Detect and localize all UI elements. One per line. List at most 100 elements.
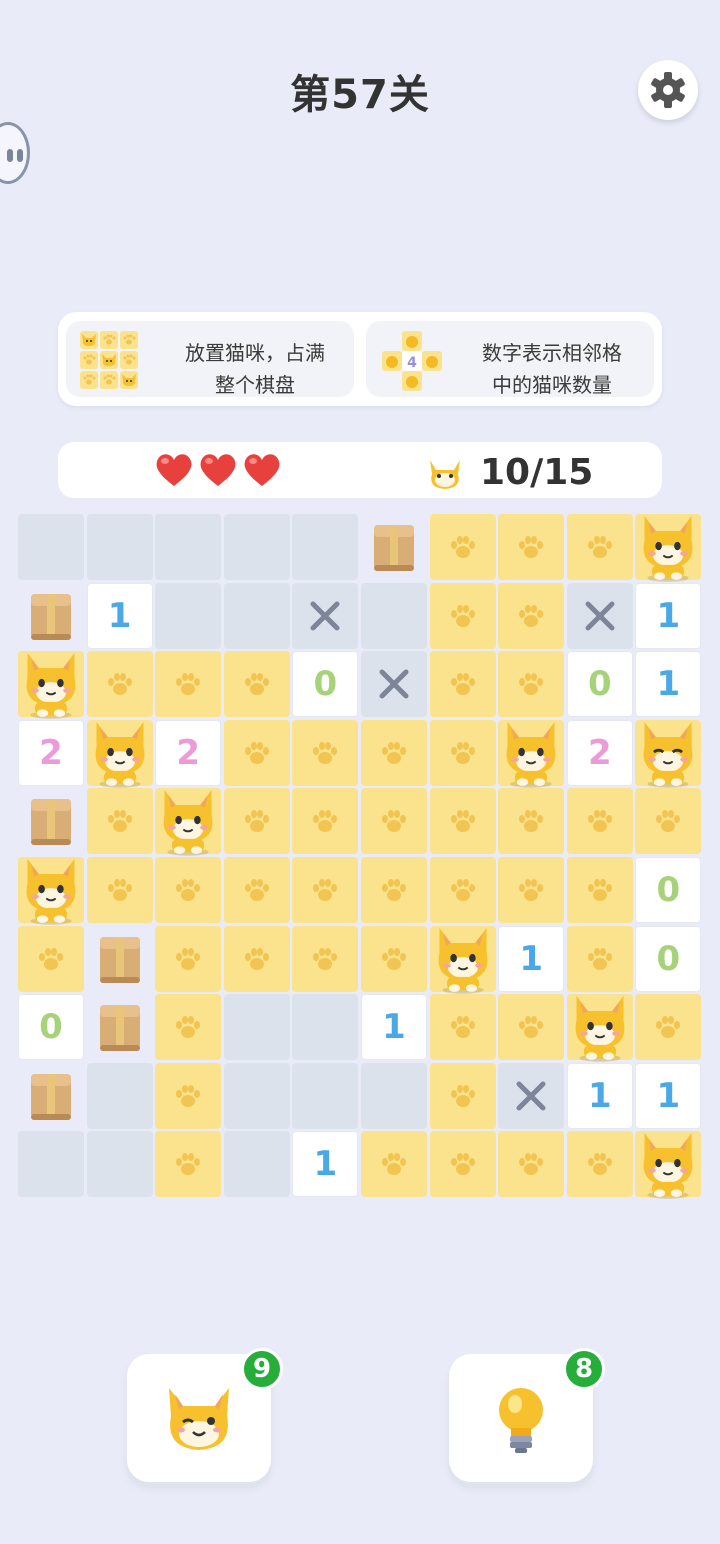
board-cell-paw[interactable] [566, 1131, 633, 1198]
board-cell-box [18, 788, 84, 854]
board-cell-paw[interactable] [635, 994, 702, 1061]
board-cell-paw[interactable] [498, 582, 565, 649]
board-cell-cat[interactable] [498, 719, 565, 788]
rule-number-illustration: 4 [382, 331, 442, 391]
board-cell-cat[interactable] [635, 1131, 702, 1200]
board-cell-empty[interactable] [223, 1131, 290, 1198]
board-cell-number: 0 [18, 994, 84, 1061]
cell-number-label: 2 [39, 732, 63, 773]
board-cell-cat[interactable] [86, 719, 153, 788]
board-cell-empty[interactable] [292, 994, 359, 1061]
board-cell-paw[interactable] [361, 719, 427, 786]
rule-fill-line2: 整个棋盘 [215, 373, 295, 397]
board-cell-paw[interactable] [361, 1131, 427, 1198]
board-cell-marked-x[interactable] [498, 1062, 565, 1129]
board-cell-paw[interactable] [566, 857, 633, 923]
board-cell-empty[interactable] [361, 582, 427, 649]
settings-button[interactable] [638, 60, 698, 120]
board-cell-number: 2 [18, 719, 84, 786]
board-cell-empty[interactable] [223, 994, 290, 1061]
board-cell-paw[interactable] [86, 857, 153, 923]
board-cell-paw[interactable] [155, 857, 222, 923]
board-cell-cat[interactable] [566, 994, 633, 1062]
mini-paw-cell [100, 331, 118, 349]
board-cell-empty[interactable] [18, 514, 84, 580]
lightbulb-icon [499, 1388, 543, 1453]
board-cell-marked-x[interactable] [361, 651, 427, 718]
board-cell-cat[interactable] [155, 788, 222, 857]
cell-number-label: 0 [656, 870, 681, 910]
board-cell-paw[interactable] [429, 514, 496, 580]
mini-paw-cell [120, 351, 138, 369]
board-cell-paw[interactable] [429, 788, 496, 855]
board-cell-paw[interactable] [155, 1131, 222, 1198]
board-cell-number: 1 [498, 925, 565, 992]
board-cell-paw[interactable] [223, 857, 290, 923]
board-cell-paw[interactable] [498, 651, 565, 718]
board-cell-paw[interactable] [86, 788, 153, 855]
board-cell-paw[interactable] [498, 1131, 565, 1198]
board-cell-empty[interactable] [361, 1062, 427, 1129]
board-cell-paw[interactable] [361, 857, 427, 923]
board-cell-paw[interactable] [566, 514, 633, 580]
board-cell-empty[interactable] [292, 514, 359, 580]
board-cell-paw[interactable] [498, 857, 565, 923]
mini-paw-cell [80, 371, 98, 389]
board-cell-empty[interactable] [223, 582, 290, 649]
side-chat-bubble[interactable] [0, 122, 30, 184]
cat-tool-icon [169, 1388, 229, 1450]
board-cell-paw[interactable] [292, 925, 359, 992]
board-cell-paw[interactable] [429, 994, 496, 1061]
board-cell-paw[interactable] [292, 857, 359, 923]
lives-hearts [154, 450, 282, 492]
board-cell-paw[interactable] [566, 925, 633, 992]
cell-number-label: 0 [656, 938, 681, 979]
board-cell-paw[interactable] [223, 925, 290, 992]
board-cell-paw[interactable] [155, 925, 222, 992]
board-cell-empty[interactable] [223, 514, 290, 580]
board-cell-empty[interactable] [155, 582, 222, 649]
board-cell-cat[interactable] [635, 514, 702, 582]
board-cell-paw[interactable] [635, 788, 702, 855]
board-cell-paw[interactable] [429, 651, 496, 718]
board-cell-paw[interactable] [429, 1062, 496, 1129]
board-cell-cat[interactable] [18, 857, 84, 925]
board-cell-empty[interactable] [155, 514, 222, 580]
board-cell-paw[interactable] [429, 582, 496, 649]
board-cell-paw[interactable] [566, 788, 633, 855]
board-cell-paw[interactable] [155, 994, 222, 1061]
board-cell-marked-x[interactable] [566, 582, 633, 649]
board-cell-paw[interactable] [361, 925, 427, 992]
bubble-eye-left [7, 149, 13, 162]
board-cell-cat[interactable] [635, 719, 702, 788]
rules-panel: 放置猫咪，占满 整个棋盘 4 数字表示相邻格 中的猫咪数量 [58, 312, 662, 406]
board-cell-paw[interactable] [498, 514, 565, 580]
board-cell-empty[interactable] [292, 1062, 359, 1129]
board-cell-paw[interactable] [292, 719, 359, 786]
board-cell-paw[interactable] [223, 788, 290, 855]
board-cell-paw[interactable] [86, 651, 153, 718]
board-cell-paw[interactable] [498, 788, 565, 855]
board-cell-paw[interactable] [429, 1131, 496, 1198]
board-cell-paw[interactable] [223, 651, 290, 718]
board-cell-marked-x[interactable] [292, 582, 359, 649]
board-cell-empty[interactable] [86, 514, 153, 580]
board-cell-paw[interactable] [429, 857, 496, 923]
board-cell-paw[interactable] [498, 994, 565, 1061]
board-cell-empty[interactable] [86, 1131, 153, 1198]
board-cell-paw[interactable] [18, 925, 84, 992]
board-cell-cat[interactable] [429, 925, 496, 994]
board-cell-empty[interactable] [18, 1131, 84, 1198]
board-cell-paw[interactable] [429, 719, 496, 786]
board-cell-empty[interactable] [86, 1062, 153, 1129]
board-cell-paw[interactable] [361, 788, 427, 855]
board-cell-paw[interactable] [292, 788, 359, 855]
board-cell-paw[interactable] [155, 1062, 222, 1129]
place-cat-tool-button[interactable]: 9 [127, 1348, 283, 1482]
board-cell-empty[interactable] [223, 1062, 290, 1129]
cell-number-label: 1 [587, 1075, 612, 1116]
board-cell-paw[interactable] [155, 651, 222, 718]
board-cell-paw[interactable] [223, 719, 290, 786]
hint-tool-button[interactable]: 8 [449, 1348, 605, 1482]
board-cell-cat[interactable] [18, 651, 84, 719]
